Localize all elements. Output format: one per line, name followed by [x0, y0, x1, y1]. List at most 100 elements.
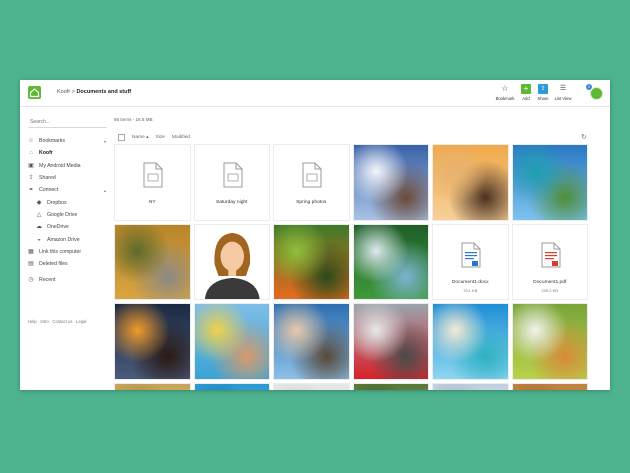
photo-thumbnail	[433, 304, 508, 379]
folder-icon	[143, 162, 163, 188]
sidebar-item-recent[interactable]: ◷ Recent	[28, 274, 108, 286]
avatar-illustration	[194, 224, 269, 299]
tile-name: Document1.pdf	[533, 279, 567, 285]
select-all-checkbox[interactable]	[118, 134, 125, 141]
list-header: Name ▴ Size Modified	[118, 134, 190, 141]
refresh-icon[interactable]: ↻	[581, 133, 587, 141]
photo-tile[interactable]	[114, 303, 191, 380]
photo-tile[interactable]	[432, 144, 509, 221]
sort-by-name[interactable]: Name ▴	[132, 135, 149, 140]
android-icon: ▣	[28, 162, 34, 169]
koofr-icon: ⌂	[29, 150, 33, 157]
sidebar-item-link-this-computer[interactable]: ▦ Link this computer	[28, 246, 108, 258]
file-tile[interactable]: Document1.docx 79.1 KB	[432, 223, 509, 300]
sort-by-modified[interactable]: Modified	[172, 135, 190, 140]
folder-tile[interactable]: Spring photos	[273, 144, 350, 221]
sidebar-item-label: Bookmarks	[39, 138, 65, 145]
sidebar-item-bookmarks[interactable]: ☆ Bookmarks ▾	[28, 135, 108, 147]
star-icon: ☆	[28, 138, 34, 145]
photo-thumbnail	[194, 383, 269, 390]
photo-tile[interactable]	[511, 303, 588, 380]
sort-by-size[interactable]: Size	[156, 135, 165, 140]
photo-thumbnail	[353, 383, 428, 390]
caret-icon[interactable]: ▴	[104, 188, 106, 193]
photo-tile[interactable]	[352, 303, 429, 380]
link-icon: ⚭	[28, 187, 34, 194]
sidebar-item-connect[interactable]: ⚭ Connect ▴	[28, 184, 108, 196]
photo-tile[interactable]	[193, 303, 270, 380]
koofr-logo[interactable]	[28, 86, 41, 99]
folder-tile[interactable]: NY	[114, 144, 191, 221]
star-icon: ☆	[501, 84, 509, 93]
photo-tile[interactable]	[114, 382, 191, 390]
list-view-button[interactable]: ☰ List View	[548, 84, 578, 101]
photo-tile[interactable]	[193, 223, 270, 300]
footer-links[interactable]: Help · Intro · Contact us · Legal	[28, 319, 86, 324]
sidebar-item-shared[interactable]: ⇪ Shared	[28, 172, 108, 184]
sidebar-item-dropbox[interactable]: ◆ Dropbox	[28, 196, 108, 208]
sidebar-item-onedrive[interactable]: ☁ OneDrive	[28, 221, 108, 233]
photo-tile[interactable]	[193, 382, 270, 390]
photo-thumbnail	[433, 383, 508, 390]
photo-tile[interactable]	[352, 144, 429, 221]
app-window: Koofr > Documents and stuff ☆ Bookmark +…	[20, 80, 610, 390]
sidebar-item-label: Amazon Drive	[47, 236, 80, 243]
sidebar-item-label: Deleted files	[39, 261, 68, 268]
photo-thumbnail	[274, 304, 349, 379]
folder-tile[interactable]: Saturday night	[193, 144, 270, 221]
folder-icon	[302, 162, 322, 188]
sidebar-item-label: Google Drive	[47, 211, 78, 218]
search-input[interactable]	[28, 117, 107, 128]
photo-thumbnail	[353, 304, 428, 379]
photo-tile[interactable]	[273, 382, 350, 390]
sidebar-item-koofr[interactable]: ⌂ Koofr	[28, 147, 108, 159]
photo-tile[interactable]	[273, 223, 350, 300]
sidebar-item-label: Dropbox	[47, 199, 67, 206]
sidebar-nav: ☆ Bookmarks ▾ ⌂ Koofr ▣ My Android Media ⇪ Share…	[28, 135, 108, 287]
sort-arrow-icon: ▴	[146, 135, 149, 140]
photo-tile[interactable]	[352, 382, 429, 390]
share-label: Share	[537, 96, 549, 101]
tile-name: Spring photos	[296, 200, 327, 205]
item-count: 65 items - 16.8 MB	[114, 117, 153, 122]
photo-tile[interactable]	[114, 223, 191, 300]
tile-name: NY	[148, 200, 156, 205]
photo-thumbnail	[115, 224, 190, 299]
photo-thumbnail	[353, 224, 428, 299]
photo-thumbnail	[115, 304, 190, 379]
breadcrumb-current: Documents and stuff	[76, 89, 132, 95]
photo-tile[interactable]	[511, 144, 588, 221]
sidebar-item-label: Connect	[39, 187, 59, 194]
notification-badge[interactable]: 1	[586, 84, 592, 90]
photo-tile[interactable]	[511, 382, 588, 390]
photo-tile[interactable]	[273, 303, 350, 380]
tile-name: Document1.docx	[451, 279, 489, 285]
caret-icon[interactable]: ▾	[104, 139, 106, 144]
photo-thumbnail	[353, 145, 428, 220]
pdf-icon	[541, 242, 560, 267]
photo-thumbnail	[512, 304, 587, 379]
sidebar-item-label: Shared	[39, 175, 56, 182]
sidebar-item-label: Koofr	[39, 150, 53, 157]
avatar[interactable]	[590, 87, 603, 100]
photo-tile[interactable]	[432, 382, 509, 390]
share-icon: ⇪	[538, 84, 548, 94]
file-browser: 65 items - 16.8 MB Name ▴ Size Modified …	[112, 107, 610, 390]
sidebar-item-amazon-drive[interactable]: ◒ Amazon Drive	[28, 233, 108, 245]
photo-tile[interactable]	[432, 303, 509, 380]
sidebar-item-google-drive[interactable]: △ Google Drive	[28, 209, 108, 221]
name-column-label: Name	[132, 135, 145, 140]
sidebar-item-deleted-files[interactable]: ▤ Deleted files	[28, 258, 108, 270]
photo-thumbnail	[274, 383, 349, 390]
share-icon: ⇪	[28, 175, 34, 182]
photo-tile[interactable]	[352, 223, 429, 300]
top-bar: Koofr > Documents and stuff ☆ Bookmark +…	[20, 80, 610, 107]
tile-size: 239.2 KB	[541, 287, 558, 293]
breadcrumb-root[interactable]: Koofr	[57, 89, 70, 95]
file-tile[interactable]: Document1.pdf 239.2 KB	[511, 223, 588, 300]
photo-thumbnail	[115, 383, 190, 390]
sidebar-item-my-android-media[interactable]: ▣ My Android Media	[28, 160, 108, 172]
list-icon: ☰	[559, 85, 567, 92]
sidebar: ☆ Bookmarks ▾ ⌂ Koofr ▣ My Android Media ⇪ Share…	[20, 107, 112, 390]
clock-icon: ◷	[28, 277, 34, 284]
